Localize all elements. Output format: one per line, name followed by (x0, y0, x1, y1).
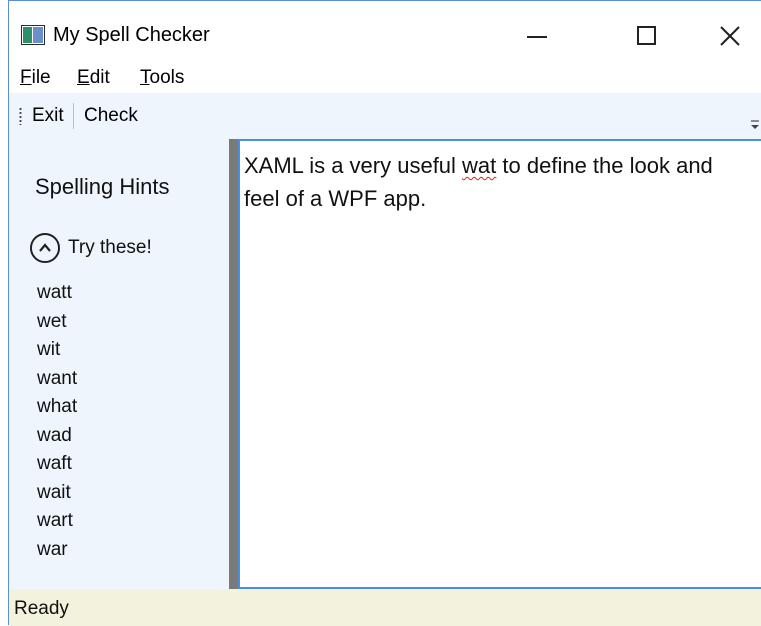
suggestion-item[interactable]: war (37, 536, 77, 565)
suggestion-item[interactable]: wait (37, 479, 77, 508)
menu-file-access-key: F (20, 67, 32, 88)
suggestion-item[interactable]: wart (37, 507, 77, 536)
spelling-hints-title: Spelling Hints (35, 174, 170, 199)
text-editor[interactable]: XAML is a very useful wat to define the … (238, 139, 761, 589)
menu-tools[interactable]: Tools (140, 65, 184, 91)
menu-file-label-rest: ile (31, 67, 51, 88)
toolbar: Exit Check (9, 93, 761, 139)
check-button[interactable]: Check (84, 104, 138, 128)
menu-edit-label-rest: dit (89, 67, 110, 88)
menu-bar: File Edit Tools (9, 63, 761, 93)
suggestion-item[interactable]: want (37, 365, 77, 394)
suggestion-item[interactable]: wet (37, 308, 77, 337)
window-title: My Spell Checker (53, 24, 210, 46)
maximize-icon (637, 26, 656, 45)
chevron-down-icon[interactable] (750, 119, 760, 131)
exit-button[interactable]: Exit (32, 104, 64, 128)
editor-text-before: XAML is a very useful (244, 153, 463, 178)
menu-tools-access-key: T (140, 67, 150, 88)
close-icon (720, 26, 740, 46)
suggestion-list: watt wet wit want what wad waft wait war… (37, 279, 77, 564)
chevron-up-icon[interactable] (30, 233, 60, 263)
expander-header[interactable]: Try these! (68, 236, 152, 260)
menu-edit[interactable]: Edit (77, 65, 110, 91)
title-bar[interactable]: My Spell Checker (9, 1, 761, 67)
spelling-hints-panel: Spelling Hints Try these! watt wet wit w… (9, 139, 229, 589)
menu-file[interactable]: File (20, 65, 51, 91)
suggestion-item[interactable]: waft (37, 450, 77, 479)
maximize-button[interactable] (619, 15, 675, 55)
toolbar-grip[interactable] (19, 107, 22, 125)
menu-edit-access-key: E (77, 67, 90, 88)
suggestion-item[interactable]: wit (37, 336, 77, 365)
app-window-icon (21, 25, 45, 45)
suggestion-item[interactable]: watt (37, 279, 77, 308)
misspelled-word[interactable]: wat (462, 153, 496, 178)
close-button[interactable] (702, 15, 758, 55)
editor-content[interactable]: XAML is a very useful wat to define the … (244, 149, 714, 215)
toolbar-separator (73, 103, 74, 129)
suggestion-item[interactable]: what (37, 393, 77, 422)
status-text: Ready (14, 598, 69, 619)
minimize-icon (527, 36, 547, 38)
app-window: My Spell Checker File Edit Tools Exit Ch… (8, 0, 761, 626)
grid-splitter[interactable] (229, 139, 238, 589)
menu-tools-label-rest: ools (149, 67, 185, 88)
status-bar: Ready (9, 589, 761, 626)
suggestion-item[interactable]: wad (37, 422, 77, 451)
minimize-button[interactable] (509, 15, 565, 55)
